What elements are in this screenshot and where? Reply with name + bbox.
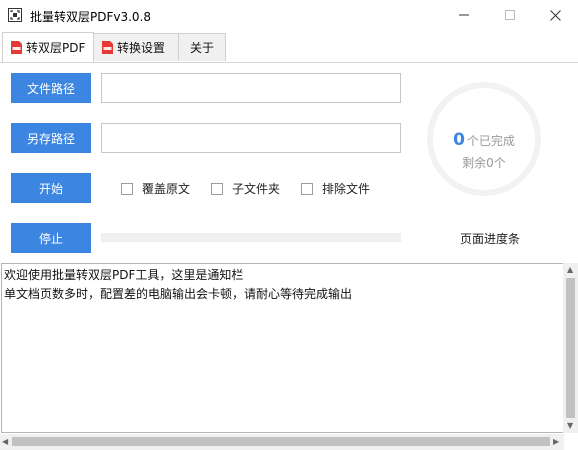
maximize-icon bbox=[505, 10, 515, 20]
window-title: 批量转双层PDFv3.0.8 bbox=[30, 10, 152, 24]
save-path-button[interactable]: 另存路径 bbox=[11, 123, 91, 153]
overwrite-original-checkbox[interactable]: 覆盖原文 bbox=[121, 180, 190, 197]
scroll-down-icon[interactable]: ▼ bbox=[567, 422, 573, 430]
vertical-scroll-thumb[interactable] bbox=[566, 278, 575, 418]
pdf-file-icon bbox=[11, 41, 22, 54]
exclude-files-checkbox[interactable]: 排除文件 bbox=[301, 180, 370, 197]
close-icon bbox=[549, 9, 561, 21]
tab-about[interactable]: 关于 bbox=[178, 33, 226, 61]
completed-label: 个已完成 bbox=[466, 134, 515, 148]
file-path-input[interactable] bbox=[101, 73, 401, 103]
tab-strip: 转双层PDF 转换设置 关于 bbox=[0, 32, 578, 63]
title-bar: 批量转双层PDFv3.0.8 bbox=[0, 0, 578, 32]
tab-settings[interactable]: 转换设置 bbox=[93, 33, 179, 61]
start-button[interactable]: 开始 bbox=[11, 173, 91, 203]
scroll-right-icon[interactable]: ▶ bbox=[553, 438, 559, 446]
notification-log[interactable]: 欢迎使用批量转双层PDF工具，这里是通知栏 单文档页数多时，配置差的电脑输出会卡… bbox=[1, 263, 564, 433]
close-button[interactable] bbox=[532, 0, 578, 30]
stop-button[interactable]: 停止 bbox=[11, 223, 91, 253]
app-logo-icon bbox=[8, 8, 22, 22]
minimize-icon bbox=[459, 14, 469, 16]
completed-counter: 0 个已完成 bbox=[426, 130, 542, 150]
checkbox-label: 子文件夹 bbox=[232, 182, 281, 196]
minimize-button[interactable] bbox=[441, 0, 487, 30]
scroll-left-icon[interactable]: ◀ bbox=[2, 438, 8, 446]
checkbox-box[interactable] bbox=[121, 182, 133, 195]
log-line: 单文档页数多时，配置差的电脑输出会卡顿，请耐心等待完成输出 bbox=[4, 287, 353, 301]
tab-label: 关于 bbox=[189, 41, 214, 55]
scroll-up-icon[interactable]: ▲ bbox=[567, 266, 573, 274]
remaining-text: 剩余0个 bbox=[462, 156, 506, 170]
checkbox-box[interactable] bbox=[211, 182, 223, 195]
checkbox-label: 覆盖原文 bbox=[142, 182, 191, 196]
tab-label: 转换设置 bbox=[117, 41, 166, 55]
page-progress-bar bbox=[101, 233, 401, 242]
tab-convert-pdf[interactable]: 转双层PDF bbox=[2, 32, 94, 62]
pdf-file-icon bbox=[102, 41, 113, 54]
completed-count: 0 bbox=[453, 130, 465, 150]
page-progress-label: 页面进度条 bbox=[459, 232, 520, 246]
maximize-button[interactable] bbox=[487, 0, 533, 30]
log-line: 欢迎使用批量转双层PDF工具，这里是通知栏 bbox=[4, 268, 244, 282]
save-path-input[interactable] bbox=[101, 123, 401, 153]
horizontal-scroll-thumb[interactable] bbox=[12, 437, 550, 446]
file-path-button[interactable]: 文件路径 bbox=[11, 73, 91, 103]
tab-label: 转双层PDF bbox=[26, 41, 86, 55]
subfolder-checkbox[interactable]: 子文件夹 bbox=[211, 180, 280, 197]
checkbox-label: 排除文件 bbox=[322, 182, 371, 196]
checkbox-box[interactable] bbox=[301, 182, 313, 195]
